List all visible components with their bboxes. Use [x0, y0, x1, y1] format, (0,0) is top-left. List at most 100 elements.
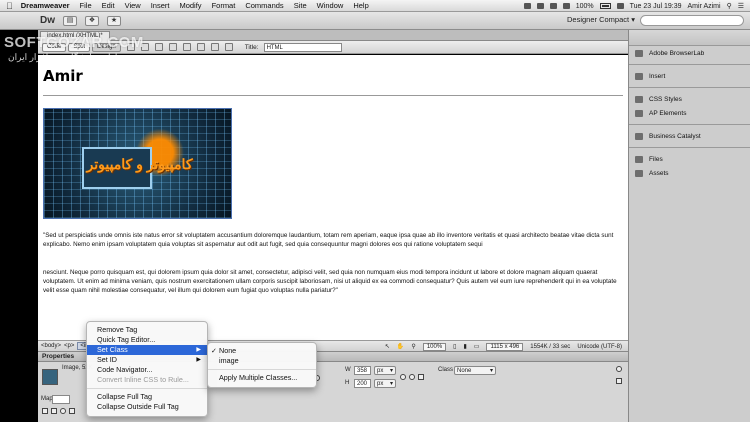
menu-collapse-outside-full-tag[interactable]: Collapse Outside Full Tag: [87, 402, 207, 412]
apple-icon[interactable]: : [6, 1, 13, 11]
status-area: 100% Tue 23 Jul 19:39 Amir Azimi ⚲ ☰: [523, 0, 744, 12]
tag-body[interactable]: <body>: [41, 343, 61, 349]
checkmark-icon: ✓: [211, 346, 218, 355]
pointer-hotspot-icon[interactable]: [42, 408, 48, 414]
menu-site[interactable]: Site: [294, 1, 307, 10]
panel-business-catalyst[interactable]: Business Catalyst: [629, 129, 750, 143]
list-icon[interactable]: ☰: [738, 2, 744, 10]
menu-remove-tag[interactable]: Remove Tag: [87, 325, 207, 335]
zoom-select[interactable]: 100%: [422, 342, 447, 351]
width-unit-select[interactable]: px: [374, 366, 396, 375]
menu-window[interactable]: Window: [317, 1, 344, 10]
layout-icon[interactable]: ▤: [63, 15, 77, 26]
paragraph-2[interactable]: nesciunt. Neque porro quisquam est, qui …: [43, 268, 623, 295]
clock[interactable]: Tue 23 Jul 19:39: [630, 3, 682, 10]
submenu-apply-multiple-classes[interactable]: Apply Multiple Classes...: [208, 373, 316, 383]
panel-assets[interactable]: Assets: [629, 166, 750, 180]
volume-icon[interactable]: [562, 3, 570, 9]
tablet-size-icon[interactable]: ▮: [463, 343, 466, 350]
panel-separator: [629, 64, 750, 65]
height-unit-select[interactable]: px: [374, 379, 396, 388]
menu-dreamweaver[interactable]: Dreamweaver: [21, 1, 70, 10]
panel-separator: [629, 147, 750, 148]
menu-code-navigator[interactable]: Code Navigator...: [87, 365, 207, 375]
business-catalyst-icon: [635, 132, 643, 140]
bluetooth-icon[interactable]: [536, 3, 544, 9]
panel-dock-header[interactable]: [629, 30, 750, 46]
edit-icon[interactable]: [616, 378, 622, 384]
desktop-size-icon[interactable]: ▭: [474, 343, 480, 350]
wifi-icon[interactable]: [549, 3, 557, 9]
mac-menu-bar:  Dreamweaver File Edit View Insert Modi…: [0, 0, 750, 12]
polygon-hotspot-icon[interactable]: [69, 408, 75, 414]
site-icon[interactable]: ★: [107, 15, 121, 26]
files-icon: [635, 155, 643, 163]
image-caption-text: کامپیوتر و کامپیوتر: [86, 156, 193, 172]
map-input[interactable]: [52, 395, 70, 404]
panel-label: Files: [649, 155, 663, 163]
hand-tool-icon[interactable]: ✋: [397, 343, 404, 350]
confirm-size-icon[interactable]: [418, 374, 424, 380]
design-view[interactable]: Amir کامپیوتر و کامپیوتر "Sed ut perspic…: [38, 55, 628, 340]
mobile-size-icon[interactable]: ▯: [453, 343, 456, 350]
panel-separator: [629, 87, 750, 88]
rect-hotspot-icon[interactable]: [51, 408, 57, 414]
menu-view[interactable]: View: [125, 1, 141, 10]
menu-set-class[interactable]: Set Class ▶: [87, 345, 207, 355]
search-input[interactable]: [640, 15, 744, 26]
menu-file[interactable]: File: [80, 1, 92, 10]
sync-icon[interactable]: [523, 3, 531, 9]
menu-insert[interactable]: Insert: [151, 1, 170, 10]
window-size[interactable]: 1115 x 496: [486, 342, 524, 351]
page-heading[interactable]: Amir: [43, 67, 83, 85]
menu-help[interactable]: Help: [353, 1, 368, 10]
flag-icon[interactable]: [616, 3, 624, 9]
menu-set-id[interactable]: Set ID ▶: [87, 355, 207, 365]
check-browser-icon[interactable]: [224, 43, 233, 51]
panel-label: Assets: [649, 169, 669, 177]
assets-icon: [635, 169, 643, 177]
help-icon[interactable]: [616, 366, 622, 372]
zoom-tool-icon[interactable]: ⚲: [411, 343, 415, 350]
menu-separator: [87, 388, 207, 389]
extend-icon[interactable]: ❖: [85, 15, 99, 26]
panel-ap-elements[interactable]: AP Elements: [629, 106, 750, 120]
reset-size-icon[interactable]: [409, 374, 415, 380]
menu-modify[interactable]: Modify: [179, 1, 201, 10]
file-management-icon[interactable]: [182, 43, 191, 51]
submenu-none[interactable]: ✓ None: [208, 346, 316, 356]
ap-elements-icon: [635, 109, 643, 117]
menu-format[interactable]: Format: [212, 1, 236, 10]
select-tool-icon[interactable]: ↖: [385, 343, 390, 350]
lock-aspect-icon[interactable]: [400, 374, 406, 380]
panel-insert[interactable]: Insert: [629, 69, 750, 83]
user-name[interactable]: Amir Azimi: [688, 3, 721, 10]
class-select[interactable]: None: [454, 366, 496, 375]
title-input[interactable]: HTML: [263, 42, 342, 52]
download-size: 1554K / 33 sec: [530, 343, 571, 350]
spotlight-icon[interactable]: ⚲: [727, 2, 732, 10]
preview-icon[interactable]: [168, 43, 177, 51]
multiscreen-icon[interactable]: [154, 43, 163, 51]
workspace-switcher[interactable]: Designer Compact: [567, 15, 635, 24]
menu-commands[interactable]: Commands: [245, 1, 283, 10]
panel-browserlab[interactable]: Adobe BrowserLab: [629, 46, 750, 60]
class-label: Class: [438, 367, 454, 373]
panel-label: Insert: [649, 72, 666, 80]
width-label: W: [345, 367, 351, 373]
visual-aids-icon[interactable]: [210, 43, 219, 51]
height-input[interactable]: 200: [354, 379, 371, 388]
paragraph-1[interactable]: "Sed ut perspiciatis unde omnis iste nat…: [43, 231, 623, 249]
panel-css-styles[interactable]: CSS Styles: [629, 92, 750, 106]
menu-edit[interactable]: Edit: [102, 1, 115, 10]
circle-hotspot-icon[interactable]: [60, 408, 66, 414]
panel-files[interactable]: Files: [629, 152, 750, 166]
refresh-icon[interactable]: [196, 43, 205, 51]
battery-icon[interactable]: [599, 3, 611, 9]
tag-p[interactable]: <p>: [64, 343, 74, 349]
menu-collapse-full-tag[interactable]: Collapse Full Tag: [87, 392, 207, 402]
menu-quick-tag-editor[interactable]: Quick Tag Editor...: [87, 335, 207, 345]
circuit-image[interactable]: کامپیوتر و کامپیوتر: [43, 108, 232, 219]
submenu-image[interactable]: image: [208, 356, 316, 366]
width-input[interactable]: 358: [354, 366, 371, 375]
